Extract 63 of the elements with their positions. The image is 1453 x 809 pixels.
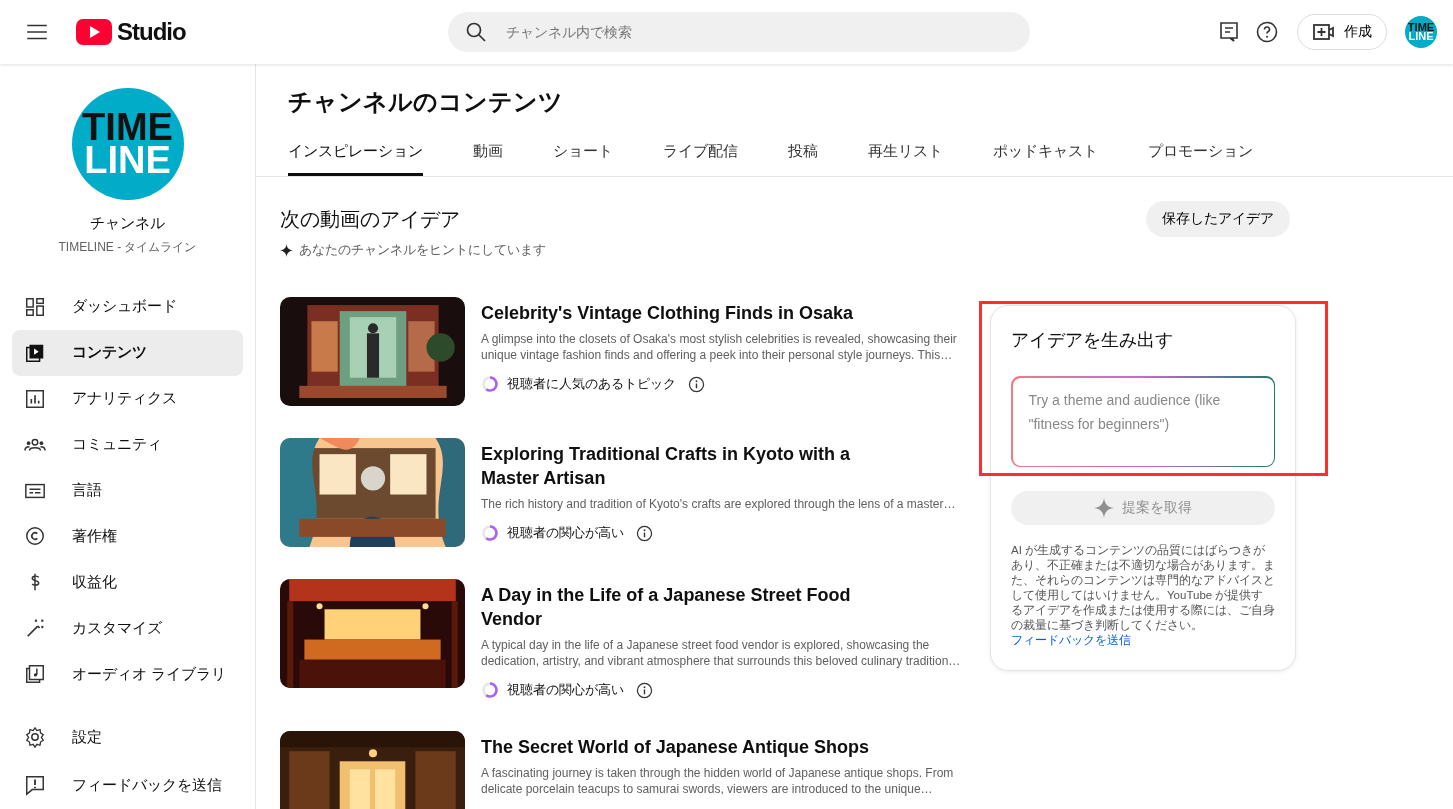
idea-title[interactable]: Exploring Traditional Crafts in Kyoto with a Master Artisan <box>481 442 901 490</box>
channel-logo[interactable]: TIME LINE <box>1405 16 1437 48</box>
info-icon[interactable] <box>688 375 705 393</box>
idea-title[interactable]: The Secret World of Japanese Antique Shops <box>481 735 901 759</box>
sidebar-item[interactable]: 収益化 <box>12 559 243 606</box>
create-button[interactable]: 作成 <box>1297 14 1387 50</box>
idea-description: A typical day in the life of a Japanese street food vendor is explored, showcasing the dedication, artistry, and vibrant atmosphere that surrounds this beloved culinary tradition… <box>481 637 962 669</box>
info-icon[interactable] <box>636 681 653 699</box>
tab[interactable]: ショート <box>553 142 613 176</box>
idea-description: The rich history and tradition of Kyoto's crafts are explored through the lens of a master… <box>481 496 956 512</box>
magic-wand-icon <box>24 617 46 640</box>
tab[interactable]: ポッドキャスト <box>993 142 1098 176</box>
copyright-icon <box>24 525 46 548</box>
tab[interactable]: 再生リスト <box>868 142 943 176</box>
brand-name: Studio <box>117 18 186 46</box>
sidebar-item[interactable]: コミュニティ <box>12 421 243 468</box>
progress-ring-icon <box>481 681 499 699</box>
tab[interactable]: プロモーション <box>1148 142 1253 176</box>
channel-name: TIMELINE - タイムライン <box>58 239 197 256</box>
sidebar-item[interactable]: 言語 <box>12 467 243 514</box>
info-icon[interactable] <box>636 524 653 542</box>
sidebar-item[interactable]: カスタマイズ <box>12 605 243 652</box>
topic-tag: 視聴者の関心が高い <box>507 681 624 699</box>
play-logo-icon[interactable] <box>76 19 112 45</box>
prompt-field[interactable]: Try a theme and audience (like "fitness for beginners") <box>1011 376 1275 467</box>
topic-tag: 視聴者の関心が高い <box>507 524 624 542</box>
bar-chart-icon <box>24 387 46 410</box>
sidebar-item[interactable]: ダッシュボード <box>12 284 243 330</box>
progress-ring-icon <box>481 524 499 542</box>
topic-tag: 視聴者に人気のあるトピック <box>507 375 676 393</box>
sidebar-item[interactable]: アナリティクス <box>12 375 243 422</box>
hint-text: あなたのチャンネルをヒントにしています <box>299 241 546 259</box>
sidebar-item[interactable]: フィードバックを送信 <box>12 761 243 809</box>
tab[interactable]: ライブ配信 <box>663 142 738 176</box>
sidebar-item[interactable]: オーディオ ライブラリ <box>12 651 243 697</box>
disclaimer-text: AI が生成するコンテンツの品質にはばらつきがあり、不正確または不適切な場合があります。また、それらのコンテンツは専門的なアドバイスとして使用してはいけません。YouTube が提供するアイデアを作成または使用する際には、ご自身の裁量に基づき判断してください。 <box>1011 543 1275 633</box>
idea-title[interactable]: A Day in the Life of a Japanese Street Food Vendor <box>481 583 901 631</box>
music-library-icon <box>24 663 46 686</box>
settings-icon <box>24 726 46 748</box>
tab[interactable]: インスピレーション <box>288 142 423 176</box>
help-icon[interactable] <box>1255 20 1279 44</box>
progress-ring-icon <box>481 375 499 393</box>
search-field[interactable]: チャンネル内で検索 <box>447 12 1030 52</box>
saved-ideas-button[interactable]: 保存したアイデア <box>1146 201 1290 237</box>
idea-description: A fascinating journey is taken through the hidden world of Japanese antique shops. From delicate porcelain teacups to samurai swords, viewers are introduced to the unique… <box>481 765 955 797</box>
feedback-link[interactable]: フィードバックを送信 <box>1011 633 1275 648</box>
channel-logo: TIME LINE <box>71 88 184 200</box>
dashboard-icon <box>24 295 46 318</box>
sidebar-item[interactable]: コンテンツ <box>12 329 243 376</box>
sparkle-icon <box>280 243 293 257</box>
tab[interactable]: 動画 <box>473 142 503 176</box>
feedback-icon <box>24 774 46 796</box>
sparkle-icon <box>1094 498 1114 518</box>
tab[interactable]: 投稿 <box>788 142 818 176</box>
idea-description: A glimpse into the closets of Osaka's most stylish celebrities is revealed, showcasing their unique vintage fashion finds and offering a peek into their personal style journeys. This… <box>481 331 958 363</box>
page-title: チャンネルのコンテンツ <box>288 87 564 117</box>
sidebar-item[interactable]: 設定 <box>12 713 243 761</box>
card-title: アイデアを生み出す <box>1011 329 1174 352</box>
channel-title: チャンネル <box>90 214 165 233</box>
feedback-icon[interactable] <box>1217 20 1241 44</box>
section-title: 次の動画のアイデア <box>280 206 460 232</box>
idea-title[interactable]: Celebrity's Vintage Clothing Finds in Osaka <box>481 301 972 325</box>
sidebar-item[interactable]: 著作権 <box>12 513 243 560</box>
